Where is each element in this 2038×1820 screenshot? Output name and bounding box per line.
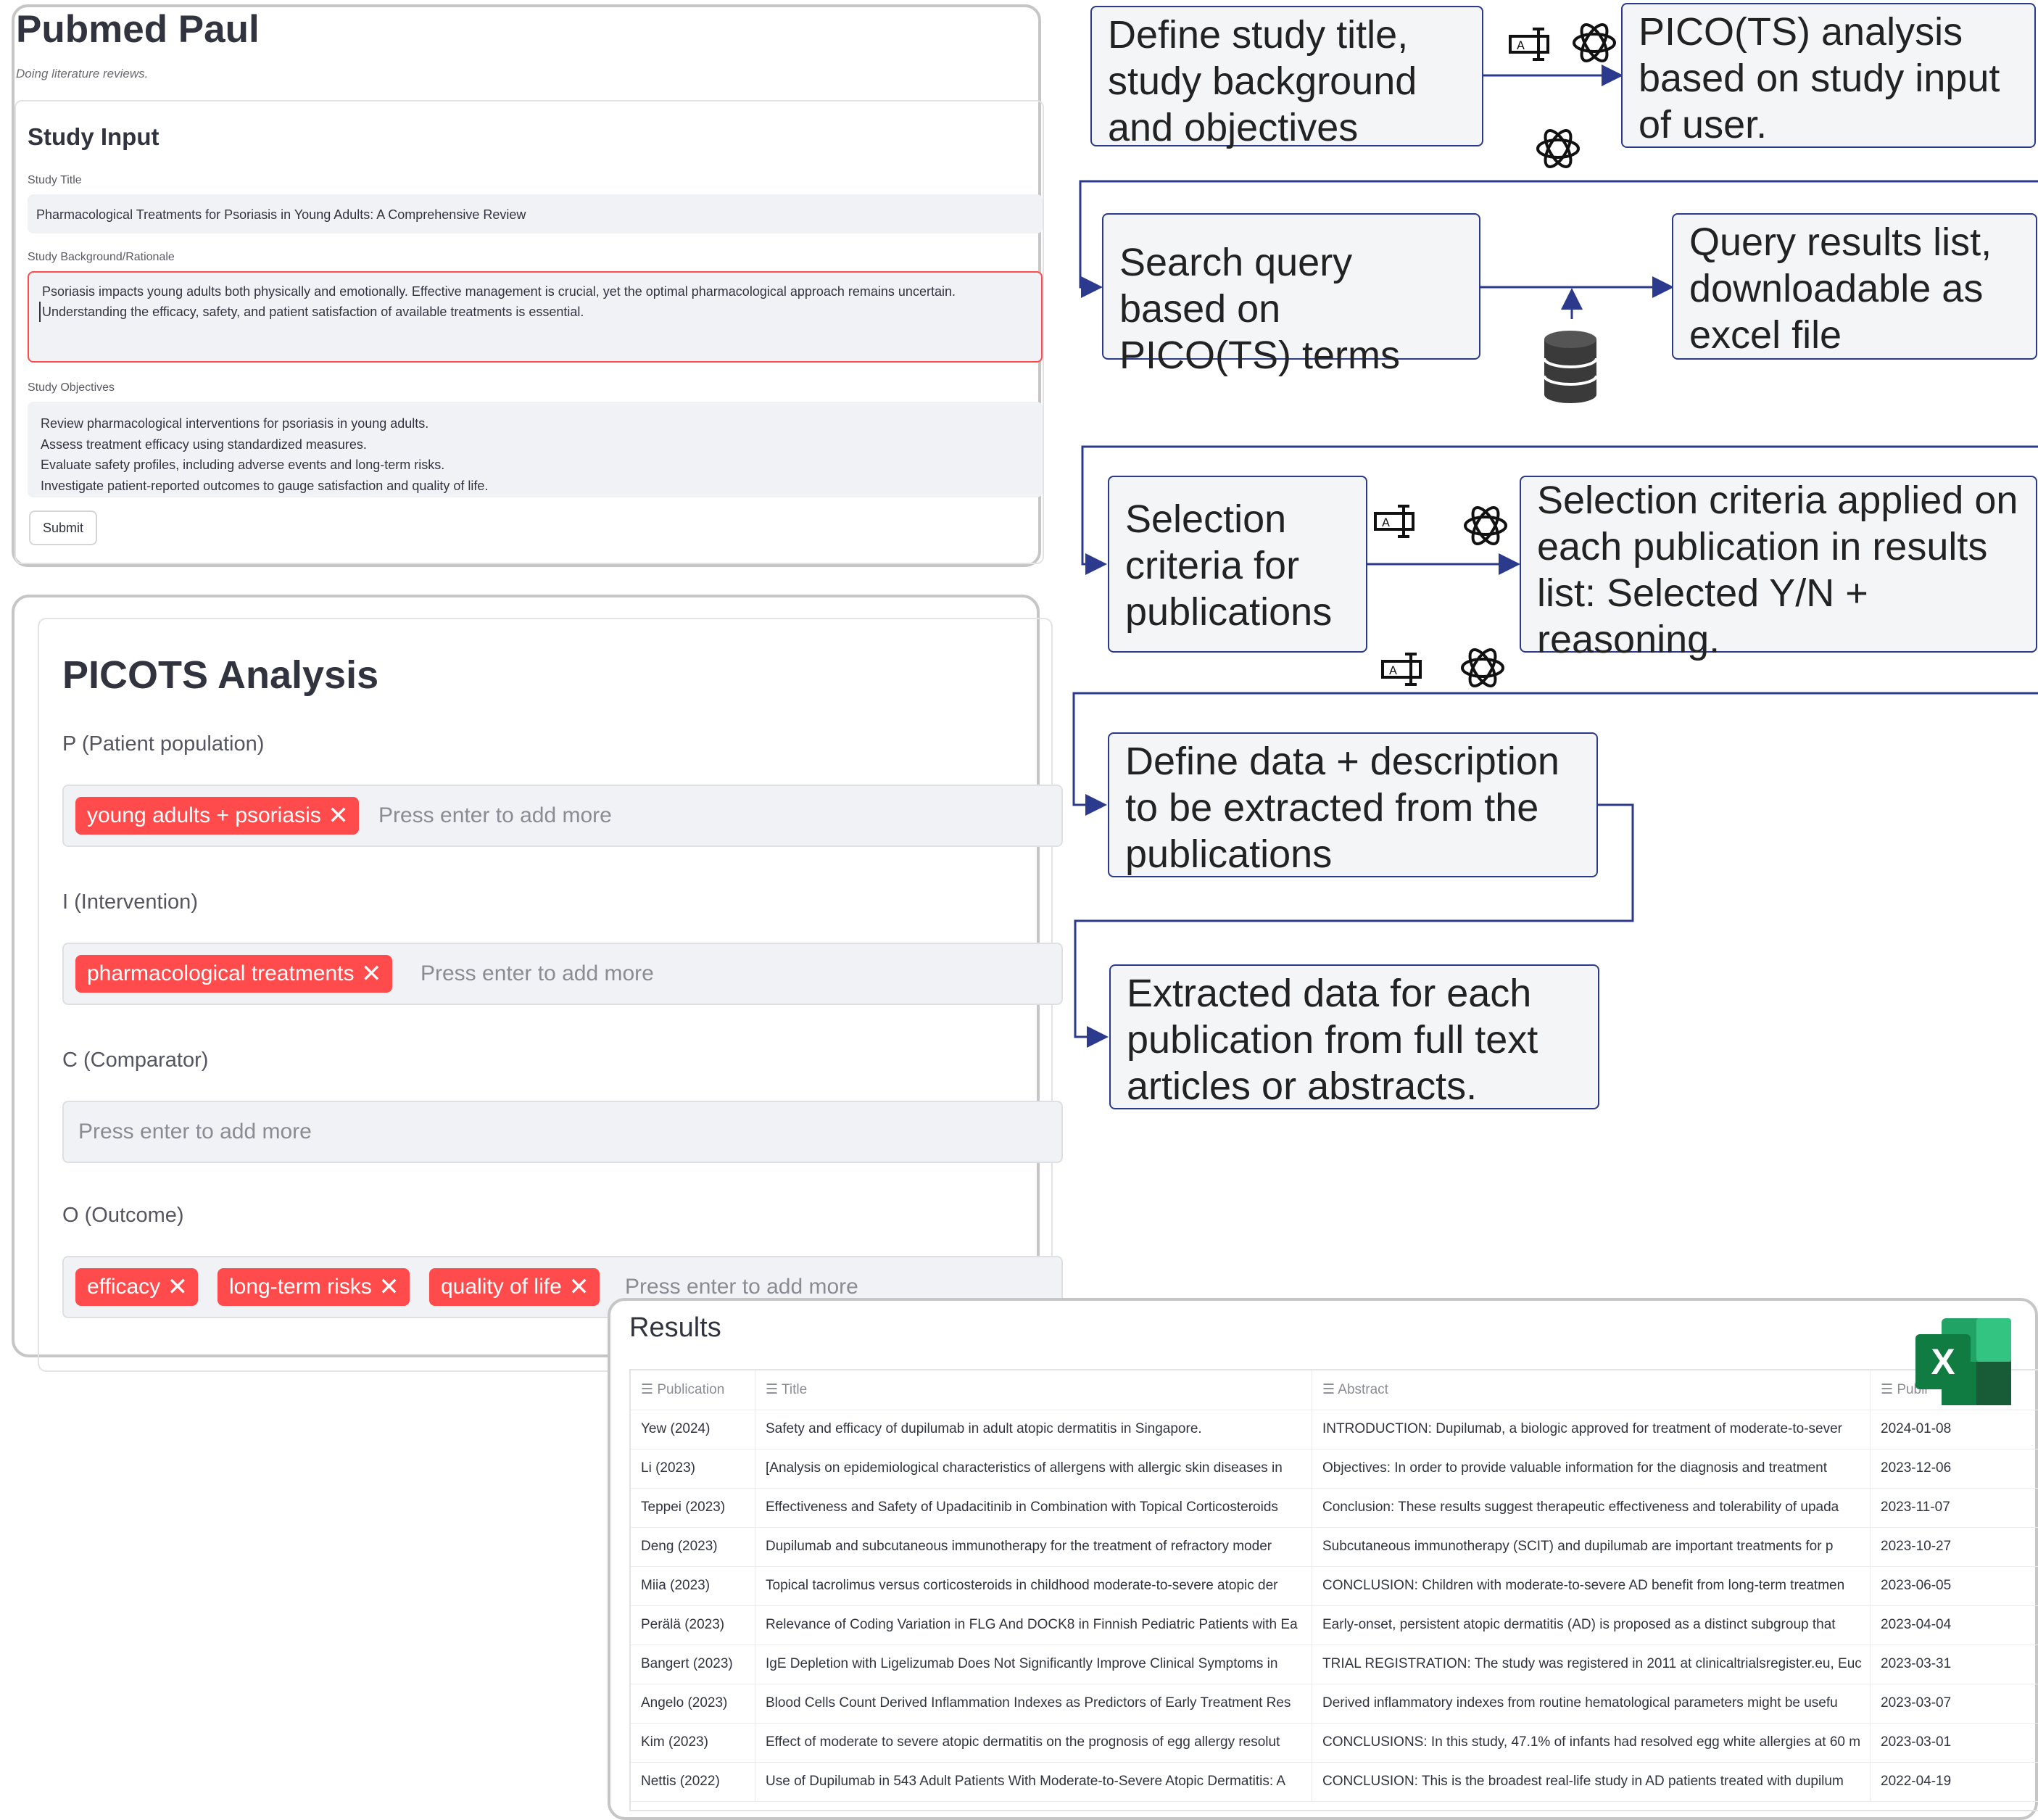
openai-icon bbox=[1457, 642, 1508, 693]
flow-step-define-data: Define data + description to be extracte… bbox=[1108, 732, 1598, 877]
flow-step-criteria-applied: Selection criteria applied on each publi… bbox=[1520, 476, 2037, 661]
openai-icon bbox=[1569, 17, 1620, 68]
flow-step-pico-analysis: PICO(TS) analysis based on study input o… bbox=[1621, 3, 2036, 148]
openai-icon bbox=[1533, 123, 1583, 174]
flow-step-define-study: Define study title, study background and… bbox=[1090, 6, 1483, 149]
text-input-icon: A bbox=[1380, 651, 1427, 687]
svg-text:A: A bbox=[1517, 38, 1525, 52]
text-input-icon: A bbox=[1373, 503, 1420, 539]
flow-step-query-results: Query results list, downloadable as exce… bbox=[1672, 213, 2037, 360]
text-input-icon: A bbox=[1508, 26, 1554, 62]
flow-step-selection-criteria: Selection criteria for publications bbox=[1108, 476, 1367, 653]
flow-step-extracted-data: Extracted data for each publication from… bbox=[1109, 964, 1599, 1109]
database-icon bbox=[1543, 329, 1598, 405]
svg-text:A: A bbox=[1389, 663, 1397, 677]
flow-step-search-query: Search query based on PICO(TS) terms bbox=[1102, 213, 1480, 377]
openai-icon bbox=[1460, 500, 1511, 551]
svg-text:A: A bbox=[1382, 516, 1390, 529]
